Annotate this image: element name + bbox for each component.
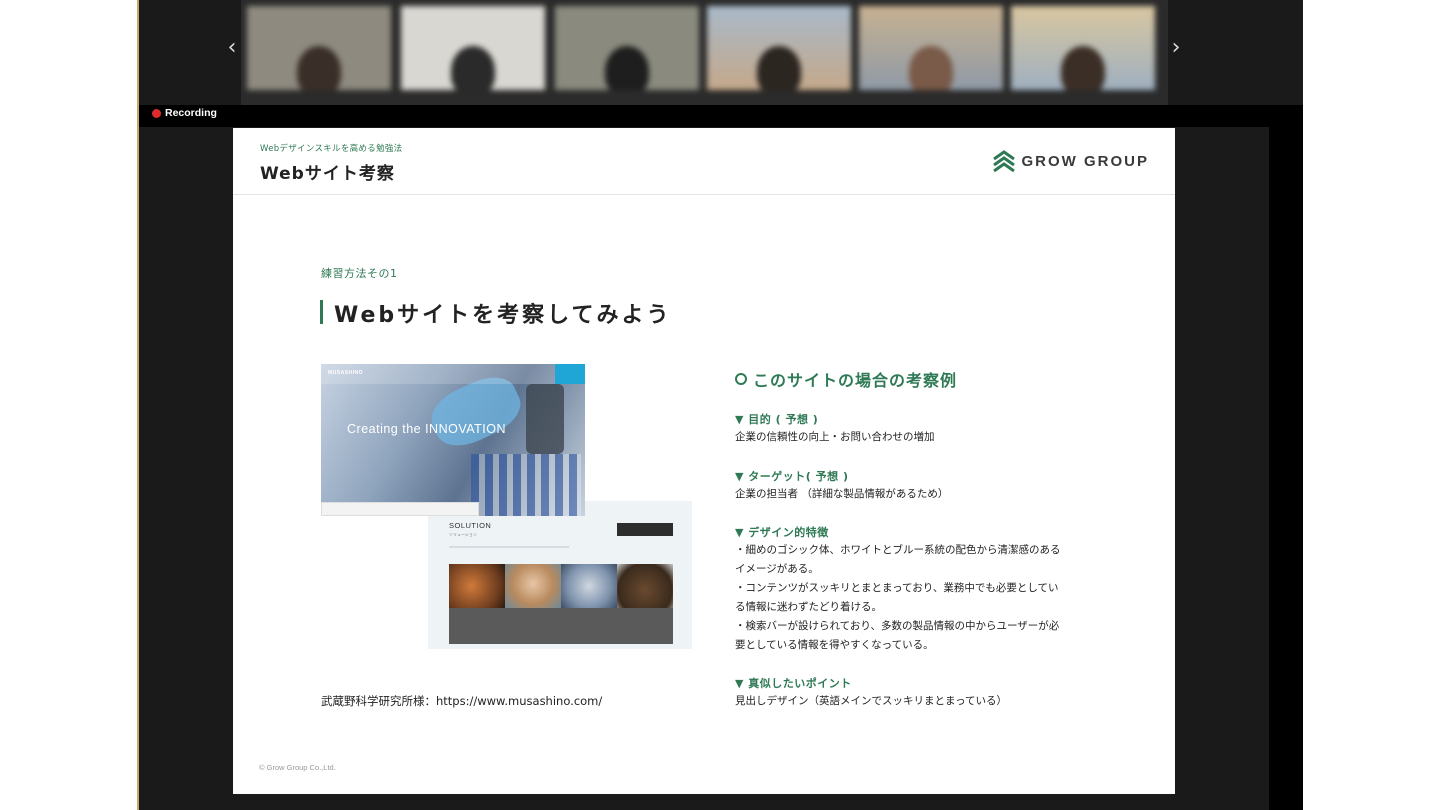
left-margin	[0, 0, 137, 810]
recording-bar	[139, 105, 1269, 127]
body-line: 見出しデザイン（英語メインでスッキリまとまっている）	[735, 695, 1008, 707]
site-search-bar	[321, 502, 479, 516]
logo-text: GROW GROUP	[1021, 152, 1149, 170]
solution-subheading: ソリューション	[449, 532, 477, 537]
item-imitate-head: ▼ 真似したいポイント	[735, 677, 852, 690]
hero-test-tubes	[471, 454, 581, 516]
example-site-screenshot-hero: MUSASHINO Creating the INNOVATION	[321, 364, 585, 516]
circle-bullet-icon	[735, 373, 747, 385]
recording-dot-icon	[152, 108, 161, 118]
solution-card	[449, 564, 505, 644]
solution-card	[617, 564, 673, 644]
site-logo: MUSASHINO	[328, 370, 364, 376]
body-line: ・細めのゴシック体、ホワイトとブルー系統の配色から清潔感のある	[735, 544, 1061, 556]
body-line: 企業の担当者 （詳細な製品情報があるため）	[735, 488, 949, 500]
practice-label: 練習方法その1	[321, 267, 398, 280]
hero-microscope	[526, 384, 564, 454]
chevron-right-icon[interactable]: ›	[1164, 34, 1188, 62]
copyright: © Grow Group Co.,Ltd.	[259, 763, 336, 772]
right-margin	[1303, 0, 1440, 810]
slide-header: Webデザインスキルを高める勉強法 Webサイト考察 GROW GROUP	[233, 128, 1175, 195]
solution-card	[505, 564, 561, 644]
body-line: る情報に迷わずたどり着ける。	[735, 601, 882, 613]
participant-video-5[interactable]	[859, 6, 1003, 90]
source-credit: 武蔵野科学研究所様：https://www.musashino.com/	[321, 694, 603, 708]
solution-text-line	[449, 546, 569, 548]
item-target-head: ▼ ターゲット( 予想 )	[735, 470, 849, 483]
slide-header-title: Webサイト考察	[260, 164, 395, 184]
body-line: イメージがある。	[735, 563, 819, 575]
recording-indicator: Recording	[152, 107, 217, 119]
solution-button	[617, 523, 673, 536]
solution-heading: SOLUTION	[449, 521, 492, 530]
item-purpose-body: 企業の信頼性の向上・お問い合わせの増加	[735, 428, 935, 447]
item-imitate-body: 見出しデザイン（英語メインでスッキリまとまっている）	[735, 692, 1007, 711]
solution-card	[561, 564, 617, 644]
chevron-left-icon[interactable]: ‹	[220, 34, 244, 62]
recording-label: Recording	[165, 107, 217, 119]
example-site-screenshot-solution: SOLUTION ソリューション	[428, 501, 692, 649]
item-target-body: 企業の担当者 （詳細な製品情報があるため）	[735, 485, 948, 504]
slide-header-subtitle: Webデザインスキルを高める勉強法	[260, 144, 403, 154]
item-design-head: ▼ デザイン的特徴	[735, 526, 829, 539]
site-contact-button	[555, 364, 585, 384]
participant-video-1[interactable]	[247, 6, 391, 90]
participant-video-3[interactable]	[555, 6, 699, 90]
slide-main-title: Webサイトを考察してみよう	[334, 303, 672, 328]
item-purpose-head: ▼ 目的 ( 予想 )	[735, 413, 819, 426]
participant-gallery	[241, 0, 1168, 105]
body-line: ・検索バーが設けられており、多数の製品情報の中からユーザーが必	[735, 620, 1060, 632]
body-line: 企業の信頼性の向上・お問い合わせの増加	[735, 431, 935, 443]
share-area-edge	[1269, 105, 1303, 810]
body-line: ・コンテンツがスッキリとまとまっており、業務中でも必要としてい	[735, 582, 1059, 594]
item-design-body: ・細めのゴシック体、ホワイトとブルー系統の配色から清潔感のある イメージがある。…	[735, 541, 1061, 655]
title-accent-bar	[320, 300, 323, 324]
participant-video-2[interactable]	[401, 6, 545, 90]
hero-text: Creating the INNOVATION	[347, 422, 506, 436]
participant-video-4[interactable]	[707, 6, 851, 90]
grow-group-logo: GROW GROUP	[992, 150, 1150, 172]
participant-video-6[interactable]	[1011, 6, 1155, 90]
consideration-title: このサイトの場合の考察例	[735, 367, 957, 391]
consideration-title-text: このサイトの場合の考察例	[753, 371, 958, 390]
grow-group-logo-icon	[992, 150, 1015, 172]
body-line: 要としている情報を得やすくなっている。	[735, 639, 934, 651]
shared-slide: Webデザインスキルを高める勉強法 Webサイト考察 GROW GROUP 練習…	[233, 128, 1175, 794]
